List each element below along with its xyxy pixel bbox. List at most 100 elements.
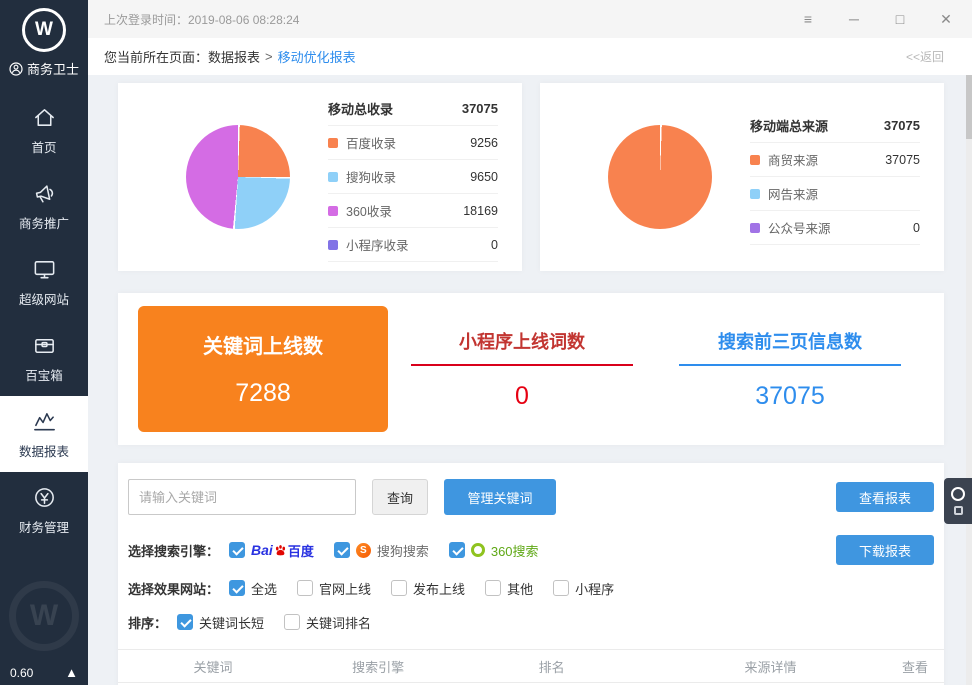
results-table-header: 关键词 搜索引擎 排名 来源详情 查看 [118, 649, 944, 683]
site-option-all[interactable]: 全选 [229, 579, 277, 598]
manage-keywords-button[interactable]: 管理关键词 [444, 479, 556, 515]
megaphone-icon [32, 181, 57, 206]
collapse-up-arrow-icon[interactable]: ▲ [65, 665, 78, 680]
official-site-checkbox[interactable] [297, 580, 313, 596]
mobile-source-chart-card: 移动端总来源 37075 商贸来源 37075 网告来源 [540, 83, 944, 271]
sogou-checkbox[interactable] [334, 542, 350, 558]
scrollbar-thumb[interactable] [966, 75, 972, 139]
site-option-publish[interactable]: 发布上线 [391, 579, 465, 598]
keyword-online-box[interactable]: 关键词上线数 7288 [138, 306, 388, 432]
site-option-other[interactable]: 其他 [485, 579, 533, 598]
site-option-official[interactable]: 官网上线 [297, 579, 371, 598]
legend-total: 37075 [462, 101, 498, 116]
legend-row: 360收录 18169 [328, 194, 498, 228]
breadcrumb-section: 数据报表 [208, 47, 260, 66]
legend-row: 商贸来源 37075 [750, 143, 920, 177]
legend-value: 18169 [463, 204, 498, 218]
legend-color-swatch [328, 138, 338, 148]
version-label: 0.60 [10, 666, 33, 680]
select-all-checkbox[interactable] [229, 580, 245, 596]
legend-header: 移动端总来源 37075 [750, 109, 920, 143]
sidebar-item-toolbox[interactable]: 百宝箱 [0, 320, 88, 396]
breadcrumb: 您当前所在页面： 数据报表 > 移动优化报表 <<返回 [88, 38, 972, 75]
miniprogram-checkbox[interactable] [553, 580, 569, 596]
stat-label: 小程序上线词数 [459, 328, 585, 354]
legend-label: 商贸来源 [768, 150, 818, 169]
sidebar-item-super-website[interactable]: 超级网站 [0, 244, 88, 320]
app-logo: W [22, 8, 66, 52]
sidebar-item-label: 超级网站 [19, 289, 69, 308]
legend-label: 网告来源 [768, 184, 818, 203]
360-checkbox[interactable] [449, 542, 465, 558]
stat-value: 7288 [235, 379, 291, 408]
minimize-icon[interactable]: ─ [846, 11, 862, 28]
legend-label: 小程序收录 [346, 235, 409, 254]
keyword-rank-checkbox[interactable] [284, 614, 300, 630]
line-chart-icon [32, 409, 57, 434]
maximize-icon[interactable]: □ [892, 11, 908, 28]
mobile-index-pie-chart [186, 125, 290, 229]
view-report-button[interactable]: 查看报表 [836, 482, 934, 512]
content: 移动总收录 37075 百度收录 9256 搜狗收录 9650 [88, 75, 972, 685]
sort-option-rank[interactable]: 关键词排名 [284, 613, 371, 632]
stat-value: 37075 [755, 382, 825, 411]
sidebar-nav: 首页 商务推广 超级网站 百宝箱 数据报表 财务管理 [0, 92, 88, 548]
sidebar-item-label: 首页 [31, 137, 56, 156]
sort-label: 排序： [128, 613, 167, 632]
legend-value: 0 [913, 221, 920, 235]
back-link[interactable]: <<返回 [906, 48, 944, 65]
col-rank: 排名 [448, 657, 655, 676]
col-keyword: 关键词 [118, 657, 308, 676]
sidebar-item-home[interactable]: 首页 [0, 92, 88, 168]
engine-row: 选择搜索引擎： Bai 百度 [128, 535, 934, 565]
site-option-miniprogram[interactable]: 小程序 [553, 579, 614, 598]
floating-widget[interactable] [944, 478, 972, 524]
close-icon[interactable]: ✕ [938, 11, 954, 28]
legend-color-swatch [328, 172, 338, 182]
topbar: 上次登录时间：2019-08-06 08:28:24 ≡ ─ □ ✕ [88, 0, 972, 38]
home-icon [32, 105, 57, 130]
engine-label: 选择搜索引擎： [128, 541, 219, 560]
keyword-length-checkbox[interactable] [177, 614, 193, 630]
baidu-checkbox[interactable] [229, 542, 245, 558]
sidebar-footer: 0.60 ▲ [10, 665, 78, 680]
feedback-box-icon [954, 506, 963, 515]
download-report-button[interactable]: 下载报表 [836, 535, 934, 565]
engine-option-baidu[interactable]: Bai 百度 [229, 541, 314, 560]
menu-icon[interactable]: ≡ [800, 11, 816, 28]
col-view: 查看 [886, 657, 944, 676]
app-window: W 商务卫士 首页 商务推广 超级网站 百 [0, 0, 972, 685]
col-engine: 搜索引擎 [308, 657, 448, 676]
scrollbar-track[interactable] [966, 75, 972, 685]
stat-underline [411, 364, 633, 366]
breadcrumb-current[interactable]: 移动优化报表 [278, 47, 356, 66]
search-row: 查询 管理关键词 查看报表 [128, 479, 934, 515]
engine-option-360[interactable]: 360搜索 [449, 541, 539, 560]
stat-label: 关键词上线数 [203, 330, 323, 359]
stat-label: 搜索前三页信息数 [718, 328, 862, 354]
sidebar-item-data-reports[interactable]: 数据报表 [0, 396, 88, 472]
feedback-ring-icon [951, 487, 965, 501]
keyword-search-input[interactable] [128, 479, 356, 515]
site-label: 选择效果网站： [128, 579, 219, 598]
filter-card: 查询 管理关键词 查看报表 选择搜索引擎： Bai [118, 463, 944, 685]
legend-row: 网告来源 [750, 177, 920, 211]
engine-option-sogou[interactable]: S 搜狗搜索 [334, 541, 429, 560]
miniprogram-words-stat: 小程序上线词数 0 [388, 328, 656, 411]
breadcrumb-prefix: 您当前所在页面： [104, 47, 208, 66]
other-checkbox[interactable] [485, 580, 501, 596]
query-button[interactable]: 查询 [372, 479, 428, 515]
legend-title: 移动端总来源 [750, 116, 828, 135]
mobile-index-chart-card: 移动总收录 37075 百度收录 9256 搜狗收录 9650 [118, 83, 522, 271]
sidebar-item-finance[interactable]: 财务管理 [0, 472, 88, 548]
sort-option-length[interactable]: 关键词长短 [177, 613, 264, 632]
sidebar-item-label: 财务管理 [19, 517, 69, 536]
mobile-source-legend: 移动端总来源 37075 商贸来源 37075 网告来源 [750, 109, 920, 245]
monitor-icon [32, 257, 57, 282]
publish-checkbox[interactable] [391, 580, 407, 596]
brand-name: 商务卫士 [27, 59, 79, 78]
legend-color-swatch [750, 189, 760, 199]
legend-header: 移动总收录 37075 [328, 92, 498, 126]
legend-color-swatch [328, 240, 338, 250]
sidebar-item-promotion[interactable]: 商务推广 [0, 168, 88, 244]
